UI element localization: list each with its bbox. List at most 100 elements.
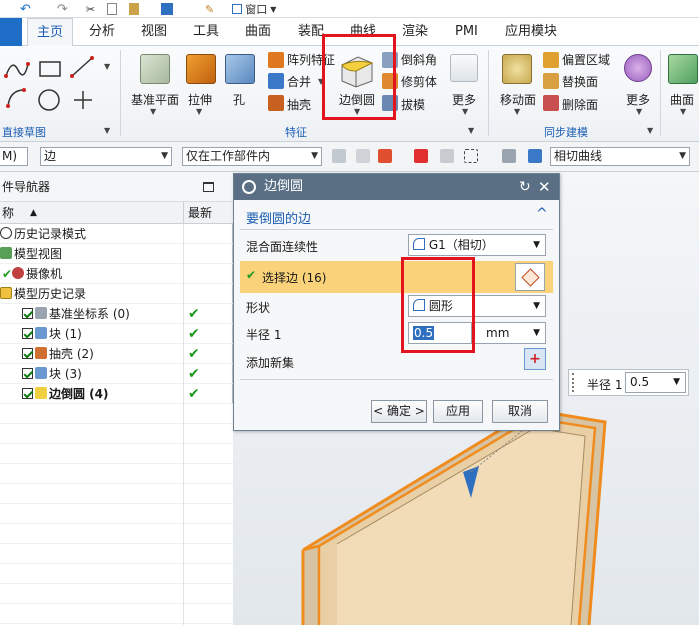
edge-blend-dialog: 边倒圆 ↻ ✕ 要倒圆的边 ^ 混合面连续性 G1（相切） ▼ ✔ 选择边 (16… xyxy=(233,173,560,431)
move-face-button[interactable]: 移动面 xyxy=(500,91,536,108)
chamfer-button[interactable]: 倒斜角 xyxy=(401,51,437,68)
surface-button[interactable]: 曲面 xyxy=(670,91,694,108)
table-row[interactable]: 抽壳 (2) ✔ xyxy=(0,344,233,364)
combine-button[interactable]: 合并 xyxy=(287,73,311,90)
tab-tools[interactable]: 工具 xyxy=(184,18,228,46)
copy-icon[interactable] xyxy=(107,3,118,15)
table-row[interactable]: 块 (1) ✔ xyxy=(0,324,233,344)
apply-button[interactable]: 应用 xyxy=(433,400,483,423)
block-icon xyxy=(35,367,47,379)
list-item[interactable]: ✔ 摄像机 xyxy=(0,264,233,284)
close-icon[interactable]: ✕ xyxy=(538,174,551,200)
continuity-combo[interactable]: G1（相切） ▼ xyxy=(408,234,546,256)
datum-plane-icon[interactable] xyxy=(140,54,170,84)
draft-button[interactable]: 拔模 xyxy=(401,96,425,113)
chevron-down-icon[interactable]: ▼ xyxy=(150,107,156,116)
add-new-set-button[interactable]: + xyxy=(524,348,546,370)
table-row[interactable]: 基准坐标系 (0) ✔ xyxy=(0,304,233,324)
extrude-icon[interactable] xyxy=(186,54,216,84)
surface-icon[interactable] xyxy=(668,54,698,84)
delete-face-button[interactable]: 删除面 xyxy=(562,96,598,113)
checkbox[interactable] xyxy=(22,388,33,399)
snap-icon[interactable] xyxy=(332,149,346,163)
more-sync-icon[interactable] xyxy=(624,54,652,82)
tab-applications[interactable]: 应用模块 xyxy=(496,18,566,46)
column-header-latest[interactable]: 最新 xyxy=(188,202,212,224)
file-menu-button[interactable] xyxy=(0,18,22,46)
sketch-tools-icon[interactable] xyxy=(2,54,102,118)
grip-icon[interactable] xyxy=(572,373,576,392)
body-filter-icon[interactable] xyxy=(502,149,516,163)
tab-view[interactable]: 视图 xyxy=(132,18,176,46)
chevron-down-icon[interactable]: ▼ xyxy=(462,107,468,116)
chevron-down-icon[interactable]: ▼ xyxy=(196,107,202,116)
tab-analysis[interactable]: 分析 xyxy=(80,18,124,46)
hole-icon[interactable] xyxy=(225,54,255,84)
maximize-icon[interactable] xyxy=(203,182,214,192)
checkbox[interactable] xyxy=(22,348,33,359)
sort-ascending-icon[interactable]: ▲ xyxy=(30,202,37,224)
undo-icon[interactable]: ↶ xyxy=(20,2,31,17)
radius-unit-combo[interactable]: mm ▼ xyxy=(472,322,546,344)
more-feature-icon[interactable] xyxy=(450,54,478,82)
checkbox[interactable] xyxy=(22,308,33,319)
ok-button[interactable]: < 确定 > xyxy=(371,400,427,423)
curve-rule-combo[interactable]: 相切曲线 ▼ xyxy=(550,147,690,166)
selection-filter-combo[interactable]: 边 ▼ xyxy=(40,147,172,166)
box-icon[interactable] xyxy=(161,3,174,15)
add-new-set-label: 添加新集 xyxy=(246,356,295,370)
solid-filter-icon[interactable] xyxy=(528,149,542,163)
column-header-name[interactable]: 称 xyxy=(2,202,14,224)
tab-surface[interactable]: 曲面 xyxy=(236,18,280,46)
reset-icon[interactable]: ↻ xyxy=(519,174,531,200)
intersection-icon[interactable] xyxy=(414,149,428,163)
selection-scope-combo[interactable]: 仅在工作部件内 ▼ xyxy=(182,147,322,166)
list-item[interactable]: 模型历史记录 xyxy=(0,284,233,304)
table-row[interactable]: 块 (3) ✔ xyxy=(0,364,233,384)
shell-button[interactable]: 抽壳 xyxy=(287,96,311,113)
tab-render[interactable]: 渲染 xyxy=(393,18,437,46)
dialog-title-bar[interactable]: 边倒圆 ↻ ✕ xyxy=(234,174,559,200)
chevron-down-icon[interactable]: ▼ xyxy=(647,126,653,135)
type-filter-combo[interactable]: M) xyxy=(0,147,28,166)
list-item[interactable]: 历史记录模式 xyxy=(0,224,233,244)
list-item[interactable]: 模型视图 xyxy=(0,244,233,264)
datum-plane-button[interactable]: 基准平面 xyxy=(131,91,179,108)
select-edge-row[interactable]: ✔ 选择边 (16) xyxy=(240,261,553,293)
replace-face-button[interactable]: 替换面 xyxy=(562,73,598,90)
select-edge-button[interactable] xyxy=(515,263,545,291)
trim-body-button[interactable]: 修剪体 xyxy=(401,73,437,90)
hole-button[interactable]: 孔 xyxy=(233,91,245,108)
brush-icon[interactable]: ✎ xyxy=(205,3,214,16)
offset-region-button[interactable]: 偏置区域 xyxy=(562,51,610,68)
chevron-up-icon[interactable]: ^ xyxy=(536,206,548,222)
chevron-down-icon[interactable]: ▼ xyxy=(514,107,520,116)
chevron-down-icon[interactable]: ▼ xyxy=(104,126,110,135)
table-row[interactable]: 边倒圆 (4) ✔ xyxy=(0,384,233,404)
select-mode-icon[interactable] xyxy=(356,149,370,163)
tab-home[interactable]: 主页 xyxy=(27,18,74,46)
paste-icon[interactable] xyxy=(129,3,140,15)
redo-icon[interactable]: ↷ xyxy=(57,2,68,17)
window-menu[interactable]: 窗口 xyxy=(245,1,267,17)
section-header[interactable]: 要倒圆的边 ^ xyxy=(240,206,553,228)
cancel-button[interactable]: 取消 xyxy=(492,400,548,423)
more-sync-button[interactable]: 更多 xyxy=(626,91,650,108)
chevron-down-icon[interactable]: ▼ xyxy=(680,107,686,116)
checkbox[interactable] xyxy=(22,328,33,339)
extrude-button[interactable]: 拉伸 xyxy=(188,91,212,108)
tab-pmi[interactable]: PMI xyxy=(446,18,487,46)
chevron-down-icon[interactable]: ▼ xyxy=(270,5,276,14)
grid-icon[interactable] xyxy=(440,149,454,163)
more-feature-button[interactable]: 更多 xyxy=(452,91,476,108)
chevron-down-icon[interactable]: ▼ xyxy=(636,107,642,116)
cut-icon[interactable]: ✂ xyxy=(86,3,95,16)
box-select-icon[interactable] xyxy=(464,149,478,163)
point-snap-icon[interactable] xyxy=(378,149,392,163)
radius-tag-combo[interactable]: 0.5 ▼ xyxy=(625,372,686,393)
chevron-down-icon[interactable]: ▼ xyxy=(104,62,110,71)
chevron-down-icon: ▼ xyxy=(533,240,540,250)
checkbox[interactable] xyxy=(22,368,33,379)
move-face-icon[interactable] xyxy=(502,54,532,84)
chevron-down-icon[interactable]: ▼ xyxy=(468,126,474,135)
